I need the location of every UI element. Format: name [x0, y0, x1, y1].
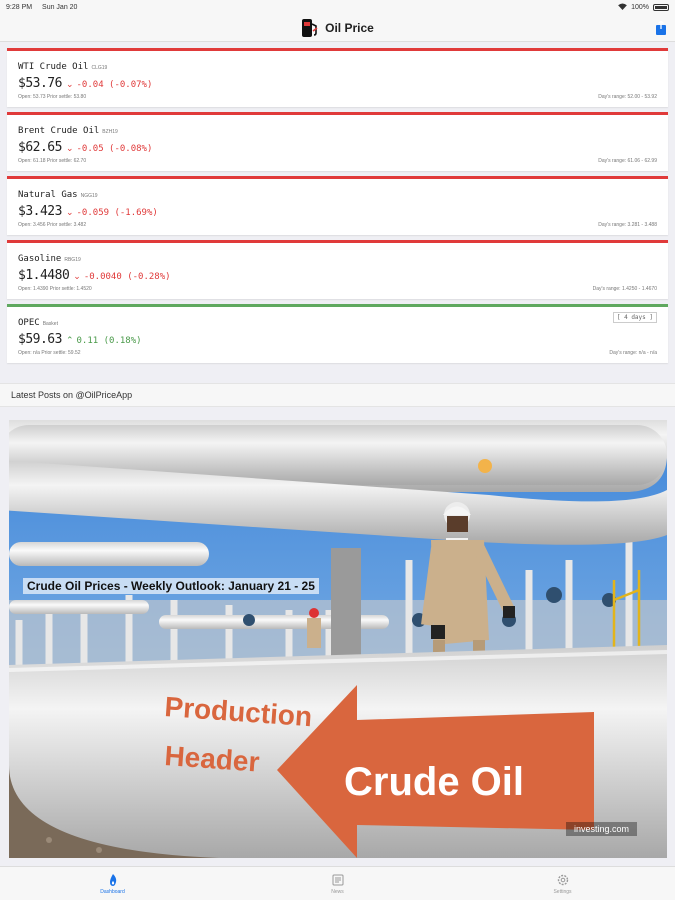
- post-card[interactable]: Production Header Crude Oil Crude Oil Pr…: [9, 420, 667, 858]
- section-header: Latest Posts on @OilPriceApp: [0, 383, 675, 407]
- tab-bar: Dashboard News Settings: [0, 866, 675, 900]
- gear-icon: [557, 874, 568, 885]
- battery-icon: [653, 3, 669, 11]
- chevron-down-icon: ⌄: [65, 207, 74, 217]
- card-name: Gasoline: [18, 254, 62, 264]
- post-credit: investing.com: [565, 822, 637, 836]
- card-code: CLG19: [91, 65, 108, 71]
- card-name: Brent Crude Oil: [18, 126, 100, 136]
- tab-settings[interactable]: Settings: [450, 867, 675, 900]
- nav-title: Oil Price: [325, 20, 374, 35]
- card-name: Natural Gas: [18, 190, 78, 200]
- post-title: Crude Oil Prices - Weekly Outlook: Janua…: [23, 578, 319, 594]
- card-range: Day's range: 3.281 - 3.488: [598, 222, 657, 228]
- card-range: Day's range: n/a - n/a: [609, 350, 657, 356]
- card-open: Open: n/a Prior settle: 59.52: [18, 350, 81, 356]
- price-card-wti[interactable]: WTI Crude Oil CLG19 $53.76 ⌄ -0.04 (-0.07…: [7, 48, 668, 107]
- price-card-natural-gas[interactable]: Natural Gas NGG19 $3.423 ⌄ -0.059 (-1.69%…: [7, 176, 668, 235]
- card-name: WTI Crude Oil: [18, 62, 89, 72]
- card-change: -0.0040 (-0.28%): [83, 272, 171, 282]
- tab-label: Settings: [553, 888, 572, 895]
- card-period-tag: [ 4 days ]: [612, 312, 657, 323]
- card-code: BZH19: [102, 129, 118, 135]
- wifi-icon: [618, 2, 627, 12]
- price-card-gasoline[interactable]: Gasoline RBG19 $1.4480 ⌄ -0.0040 (-0.28%)…: [7, 240, 668, 299]
- card-change: -0.04 (-0.07%): [76, 80, 153, 90]
- card-range: Day's range: 61.06 - 62.99: [598, 158, 657, 164]
- chevron-down-icon: ⌄: [73, 271, 81, 281]
- tab-label: News: [331, 888, 344, 895]
- tab-dashboard[interactable]: Dashboard: [0, 867, 225, 900]
- card-price: $53.76: [18, 76, 62, 91]
- price-cards: WTI Crude Oil CLG19 $53.76 ⌄ -0.04 (-0.07…: [0, 42, 675, 363]
- status-bar: 9:28 PM Sun Jan 20 100%: [0, 0, 675, 14]
- oil-pump-icon: [301, 18, 319, 38]
- pipe-text-header: Header: [164, 740, 261, 778]
- share-icon[interactable]: [655, 20, 667, 36]
- status-date: Sun Jan 20: [42, 3, 78, 11]
- tab-news[interactable]: News: [225, 867, 450, 900]
- chevron-down-icon: ⌄: [65, 79, 74, 89]
- price-card-brent[interactable]: Brent Crude Oil BZH19 $62.65 ⌄ -0.05 (-0.…: [7, 112, 668, 171]
- card-code: Basket: [42, 321, 58, 327]
- chevron-up-icon: ⌃: [65, 335, 74, 345]
- status-time: 9:28 PM: [6, 3, 33, 11]
- nav-bar: Oil Price: [0, 14, 675, 42]
- status-left: 9:28 PM Sun Jan 20: [6, 4, 85, 11]
- card-price: $59.63: [18, 332, 62, 347]
- card-change: -0.059 (-1.69%): [76, 208, 158, 218]
- newspaper-icon: [332, 874, 343, 885]
- card-code: RBG19: [64, 257, 81, 263]
- card-change: 0.11 (0.18%): [76, 336, 142, 346]
- tab-label: Dashboard: [100, 888, 125, 895]
- card-change: -0.05 (-0.08%): [76, 144, 153, 154]
- pipe-text-crude-oil: Crude Oil: [344, 760, 524, 804]
- card-code: NGG19: [80, 193, 98, 199]
- card-price: $1.4480: [18, 268, 70, 283]
- battery-percent: 100%: [631, 3, 649, 11]
- price-card-opec[interactable]: OPEC Basket [ 4 days ] $59.63 ⌃ 0.11 (0.1…: [7, 304, 668, 363]
- card-price: $3.423: [18, 204, 62, 219]
- card-open: Open: 3.456 Prior settle: 3.482: [18, 222, 87, 228]
- flame-icon: [109, 873, 116, 886]
- card-name: OPEC: [18, 318, 40, 328]
- status-right: 100%: [618, 2, 669, 12]
- card-price: $62.65: [18, 140, 62, 155]
- card-open: Open: 1.4390 Prior settle: 1.4520: [18, 286, 92, 292]
- card-open: Open: 61.18 Prior settle: 62.70: [18, 158, 87, 164]
- post-image: Production Header Crude Oil: [9, 420, 667, 858]
- section-title: Latest Posts on @OilPriceApp: [11, 390, 133, 400]
- chevron-down-icon: ⌄: [65, 143, 74, 153]
- card-range: Day's range: 52.00 - 53.92: [598, 94, 657, 100]
- card-range: Day's range: 1.4250 - 1.4670: [592, 286, 657, 292]
- card-open: Open: 53.73 Prior settle: 53.80: [18, 94, 87, 100]
